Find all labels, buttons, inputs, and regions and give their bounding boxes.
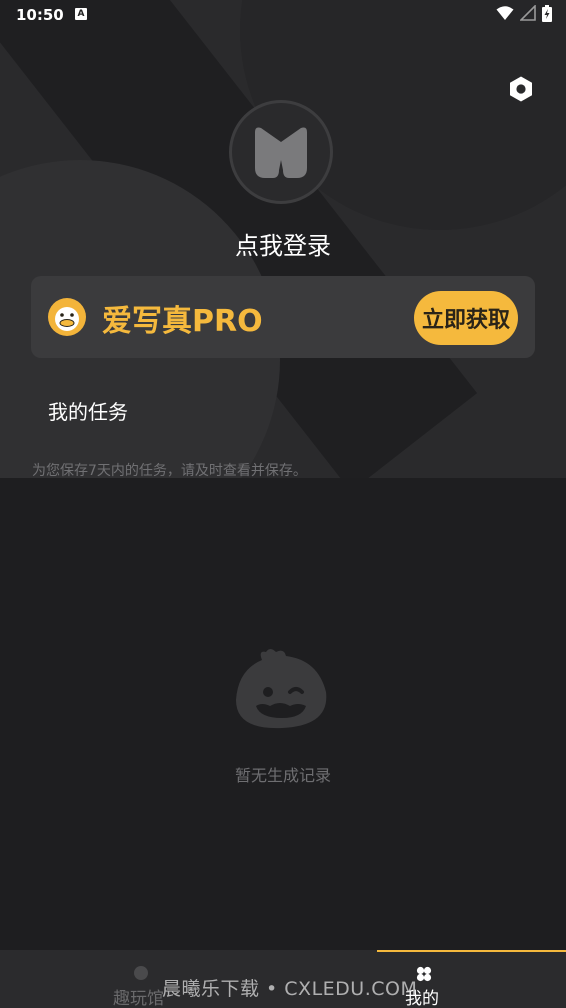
watermark-text: 晨曦乐下载 • CXLEDU.COM [162, 978, 418, 1000]
duck-mascot-icon [48, 298, 86, 336]
login-prompt[interactable]: 点我登录 [0, 226, 566, 261]
clover-icon [416, 966, 432, 982]
notification-a-icon: A [75, 8, 87, 20]
status-bar: 10:50 A [0, 0, 566, 30]
my-tasks-heading: 我的任务 [48, 400, 128, 424]
status-time: 10:50 [16, 6, 64, 24]
signal-icon [520, 5, 536, 21]
app-screen: 10:50 A 点我登录 爱写真PRO 立即获取 我的任务 为您保存7天内的任务… [0, 0, 566, 1008]
pro-promo-card: 爱写真PRO 立即获取 [31, 276, 535, 358]
settings-hexagon-icon [510, 76, 532, 102]
fun-icon [134, 966, 148, 980]
active-tab-indicator [377, 950, 566, 952]
battery-charging-icon [542, 5, 552, 22]
m-logo-icon [255, 127, 307, 178]
wifi-icon [496, 6, 514, 20]
mascot-face-icon [236, 649, 327, 729]
get-now-button[interactable]: 立即获取 [414, 291, 518, 345]
empty-state-message: 暂无生成记录 [234, 766, 331, 785]
tasks-description: 为您保存7天内的任务，请及时查看并保存。 [32, 463, 307, 479]
tab-label: 趣玩馆 [113, 989, 164, 1008]
avatar[interactable] [229, 100, 333, 204]
settings-button[interactable] [504, 72, 538, 106]
status-icons [496, 5, 552, 22]
pro-title: 爱写真PRO [102, 304, 263, 339]
